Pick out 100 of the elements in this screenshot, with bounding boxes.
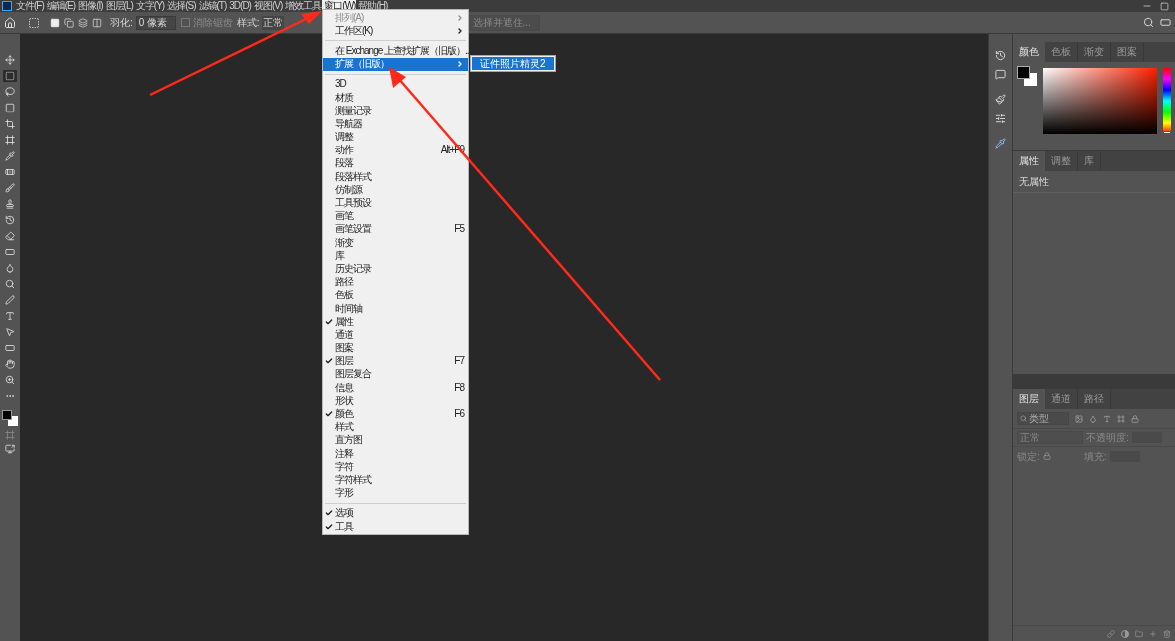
menu-item[interactable]: 注释: [323, 447, 468, 461]
panel-tab[interactable]: 路径: [1078, 389, 1111, 409]
menu-bar-item[interactable]: 文字(Y): [133, 0, 166, 12]
hand-tool-icon[interactable]: [3, 358, 17, 370]
history-panel-icon[interactable]: [995, 50, 1006, 61]
menu-item[interactable]: 工具预设: [323, 196, 468, 210]
menu-item[interactable]: 形状: [323, 394, 468, 408]
marquee-preset-icon[interactable]: [28, 16, 40, 29]
brush-panel-icon[interactable]: [995, 94, 1006, 105]
no-properties-text: 无属性: [1013, 171, 1175, 193]
menu-item[interactable]: 字符: [323, 460, 468, 474]
menu-item[interactable]: 时间轴: [323, 301, 468, 316]
crop-tool-icon[interactable]: [3, 118, 17, 130]
feather-label: 羽化:: [110, 16, 133, 30]
adjustment-layer-icon[interactable]: [1121, 629, 1129, 638]
search-icon[interactable]: [1143, 17, 1154, 28]
panel-tab[interactable]: 属性: [1013, 151, 1045, 171]
menu-item[interactable]: 字形: [323, 486, 468, 500]
add-selection-icon[interactable]: [64, 17, 74, 28]
menu-item[interactable]: 段落样式: [323, 170, 468, 184]
panel-tab[interactable]: 渐变: [1078, 42, 1111, 62]
feather-field[interactable]: 0 像素: [135, 15, 176, 30]
menu-item[interactable]: 色板: [323, 288, 468, 302]
menu-item[interactable]: 调整: [323, 130, 468, 144]
pen-panel-icon[interactable]: [995, 138, 1006, 149]
zoom-tool-icon[interactable]: [3, 374, 17, 386]
blur-tool-icon[interactable]: [3, 262, 17, 274]
screen-mode-icon[interactable]: [5, 444, 15, 454]
menu-item[interactable]: 图层复合: [323, 367, 468, 382]
menu-item[interactable]: 信息 F8: [323, 381, 468, 395]
hue-slider-thumb[interactable]: [1163, 131, 1172, 134]
menu-item[interactable]: 通道: [323, 328, 468, 342]
menu-item[interactable]: 图层 F7: [323, 354, 468, 368]
type-tool-icon[interactable]: [3, 310, 17, 322]
foreground-background-icon[interactable]: [1017, 66, 1037, 86]
bandage-tool-icon[interactable]: [3, 166, 17, 178]
menu-item[interactable]: 画笔: [323, 209, 468, 223]
menu-bar-item[interactable]: 图像(I): [76, 0, 104, 12]
brush-tool-icon[interactable]: [3, 182, 17, 194]
marquee-tool-icon[interactable]: [3, 70, 17, 82]
menu-item[interactable]: 直方图: [323, 433, 468, 447]
adjust-panel-icon[interactable]: [995, 113, 1006, 124]
menu-item[interactable]: 3D: [323, 77, 468, 91]
path-select-icon[interactable]: [3, 326, 17, 338]
menu-item[interactable]: 工具: [323, 519, 468, 534]
home-icon[interactable]: [4, 16, 16, 29]
panel-tab[interactable]: 库: [1078, 151, 1101, 171]
panel-tab[interactable]: 图层: [1013, 389, 1045, 409]
menu-item[interactable]: 扩展（旧版）: [323, 57, 468, 71]
move-tool-icon[interactable]: [3, 54, 17, 66]
menu-bar-item[interactable]: 选择(S): [165, 0, 197, 12]
menu-item[interactable]: 图案: [323, 341, 468, 355]
menu-item[interactable]: 字符样式: [323, 473, 468, 487]
panel-tab[interactable]: 色板: [1045, 42, 1078, 62]
app-logo-icon: [2, 1, 12, 11]
menu-bar-item[interactable]: 编辑(E): [44, 0, 77, 12]
eyedropper-tool-icon[interactable]: [3, 150, 17, 162]
menu-item[interactable]: 渐变: [323, 236, 468, 250]
adjustment-filter-icon[interactable]: [1089, 414, 1097, 423]
menu-item[interactable]: 颜色 F6: [323, 407, 468, 421]
menu-item[interactable]: 导航器: [323, 117, 468, 131]
type-filter-icon[interactable]: [1103, 414, 1111, 423]
color-swatches-icon[interactable]: [2, 410, 18, 426]
menu-item[interactable]: 历史记录: [323, 262, 468, 276]
menu-bar-item[interactable]: 图层(L): [103, 0, 134, 12]
comment-panel-icon[interactable]: [995, 69, 1006, 80]
eraser-tool-icon[interactable]: [3, 230, 17, 242]
lock-icon[interactable]: [1042, 452, 1051, 460]
menu-item[interactable]: 仿制源: [323, 183, 468, 197]
menu-item[interactable]: 段落: [323, 156, 468, 171]
menu-item[interactable]: 材质: [323, 90, 468, 105]
panel-tab[interactable]: 通道: [1045, 389, 1078, 409]
search-icon: [1020, 415, 1027, 422]
menu-item[interactable]: 画笔设置 F5: [323, 222, 468, 236]
new-selection-icon[interactable]: [50, 17, 60, 28]
menu-item[interactable]: 路径: [323, 275, 468, 289]
lasso-tool-icon[interactable]: [3, 86, 17, 98]
menu-item[interactable]: 库: [323, 249, 468, 263]
menu-bar-item[interactable]: 视图(V): [251, 0, 284, 12]
style-label: 样式:: [236, 16, 260, 30]
menu-item[interactable]: 属性: [323, 315, 468, 329]
panel-tab[interactable]: 颜色: [1013, 42, 1045, 62]
style-dropdown[interactable]: 正常: [261, 15, 284, 30]
history-brush-icon[interactable]: [3, 214, 17, 226]
stamp-tool-icon[interactable]: [3, 198, 17, 210]
color-field[interactable]: [1042, 68, 1158, 134]
maximize-icon[interactable]: [1160, 1, 1169, 11]
menu-item[interactable]: 选项: [323, 506, 468, 520]
menu-bar-item[interactable]: 增效工具: [283, 0, 323, 12]
workspace-icon[interactable]: [1160, 17, 1171, 28]
menu-bar-item[interactable]: 3D(D): [227, 0, 252, 12]
menu-item[interactable]: 证件照片精灵2: [472, 57, 554, 70]
pen-tool-icon[interactable]: [3, 294, 17, 306]
panel-tab[interactable]: 调整: [1045, 151, 1078, 171]
menu-item[interactable]: 样式: [323, 420, 468, 434]
menu-bar-item[interactable]: 滤镜(T): [196, 0, 228, 12]
menu-bar-item[interactable]: 文件(F): [14, 0, 45, 12]
layer-filter-field[interactable]: 类型: [1017, 412, 1069, 425]
menu-item[interactable]: 测量记录: [323, 104, 468, 118]
panel-tab[interactable]: 图案: [1111, 42, 1144, 62]
